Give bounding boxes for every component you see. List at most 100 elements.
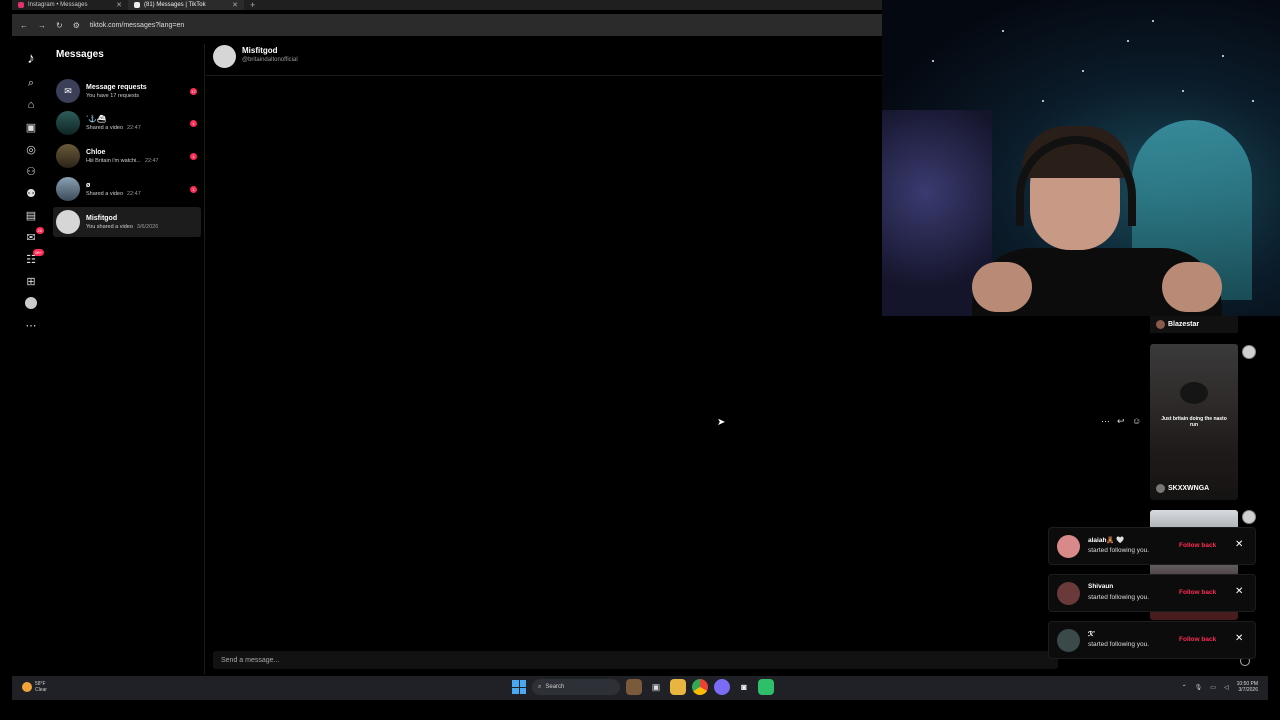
close-icon[interactable]: ✕ [1235, 633, 1243, 644]
chat-name[interactable]: Misfitgod [242, 46, 278, 55]
search-label: Search [545, 684, 565, 690]
tab-instagram[interactable]: Instagram • Messages ✕ [12, 0, 128, 10]
widgets-icon[interactable] [626, 679, 642, 695]
video-user-name: SKXXWNGA [1168, 485, 1210, 492]
chat-header: Misfitgod @britaindaltonofficial [206, 36, 882, 76]
tiktok-icon [134, 2, 140, 8]
conversation-item-selected[interactable]: Misfitgod You shared a video 3/6/2026 [53, 207, 201, 237]
reload-icon[interactable]: ↻ [56, 21, 63, 30]
activity-badge: 99+ [33, 249, 44, 256]
messages-icon[interactable]: ✉ 20 [18, 226, 44, 248]
follow-back-button[interactable]: Follow back [1179, 589, 1216, 596]
conversation-time: 22:47 [127, 190, 141, 197]
avatar[interactable] [213, 45, 236, 68]
more-icon[interactable]: ⋯ [18, 314, 44, 336]
new-tab-button[interactable]: + [250, 0, 255, 10]
search-icon[interactable]: ⌕ [18, 72, 44, 94]
reply-icon[interactable]: ↩ [1117, 416, 1125, 427]
follow-back-button[interactable]: Follow back [1179, 542, 1216, 549]
unread-badge: 17 [190, 87, 197, 95]
messenger-icon[interactable] [714, 679, 730, 695]
more-options-icon[interactable]: ⋯ [1101, 416, 1110, 427]
live-icon[interactable]: ▤ [18, 204, 44, 226]
conversation-name: ˙⚓⛴ [86, 116, 106, 123]
follow-back-button[interactable]: Follow back [1179, 636, 1216, 643]
taskbar-search[interactable]: ⌕ Search [532, 679, 620, 695]
chrome-icon[interactable] [692, 679, 708, 695]
site-info-icon[interactable]: ⚙ [73, 21, 80, 30]
start-icon[interactable] [512, 680, 526, 694]
close-tab-icon[interactable]: ✕ [232, 1, 238, 9]
follow-button[interactable] [1242, 345, 1256, 359]
search-icon: ⌕ [538, 683, 542, 690]
video-user: SKXXWNGA [1156, 484, 1209, 493]
message-input[interactable]: Send a message... [213, 651, 1058, 669]
avatar [56, 177, 80, 201]
upload-icon[interactable]: ⊞ [18, 270, 44, 292]
weather-desc: Clear [35, 687, 47, 693]
conversation-item[interactable]: Chloe Hiii Britain i'm watchi... 22:47 1 [53, 141, 201, 171]
notification-name: alaiah🧸 🤍 [1088, 537, 1125, 544]
conversation-name: ø [86, 181, 91, 189]
conversation-name: Message requests [86, 83, 147, 91]
tiktok-logo-icon[interactable]: ♪ [18, 44, 44, 72]
avatar [56, 210, 80, 234]
close-icon[interactable]: ✕ [1235, 539, 1243, 550]
avatar [56, 111, 80, 135]
taskbar: 58°F Clear ⌕ Search ▣ ◙ ⌃ 🎙 ▭ ◁ 10:50 PM [12, 676, 1268, 700]
avatar[interactable] [1057, 582, 1080, 605]
discord-icon[interactable]: ◙ [736, 679, 752, 695]
explore-icon[interactable]: ◎ [18, 138, 44, 160]
webcam-overlay [882, 0, 1280, 316]
avatar[interactable] [1057, 535, 1080, 558]
conversation-time: 22:47 [144, 157, 159, 164]
video-author[interactable]: Blazestar [1150, 316, 1238, 333]
weather-widget[interactable]: 58°F Clear [22, 681, 47, 693]
conversation-item[interactable]: ˙⚓⛴ Shared a video 22:47 1 [53, 108, 201, 138]
conversation-item[interactable]: ø Shared a video 22:47 1 [53, 174, 201, 204]
app-icon[interactable] [758, 679, 774, 695]
follow-button[interactable] [1242, 510, 1256, 524]
conversation-preview: Shared a video [86, 190, 123, 197]
conversation-time: 3/6/2026 [136, 223, 159, 230]
avatar[interactable] [1057, 629, 1080, 652]
clock[interactable]: 10:50 PM 3/7/2026 [1237, 681, 1258, 693]
network-icon[interactable]: ▭ [1210, 684, 1216, 691]
tab-label: (81) Messages | TikTok [144, 2, 206, 8]
screen: Instagram • Messages ✕ (81) Messages | T… [0, 0, 1280, 720]
friends-icon[interactable]: ⚉ [18, 182, 44, 204]
following-icon[interactable]: ⚇ [18, 160, 44, 182]
follow-notification: alaiah🧸 🤍 started following you. Follow … [1048, 527, 1256, 565]
clock-date: 3/7/2026 [1238, 687, 1258, 693]
conversation-message-requests[interactable]: ✉ Message requests You have 17 requests … [53, 76, 201, 106]
instagram-icon [18, 2, 24, 8]
reaction-icon[interactable]: ☺ [1132, 416, 1141, 426]
close-tab-icon[interactable]: ✕ [116, 1, 122, 9]
volume-icon[interactable]: ◁ [1224, 684, 1229, 691]
close-icon[interactable]: ✕ [1235, 586, 1243, 597]
back-icon[interactable]: ← [20, 21, 28, 30]
weather-icon [22, 682, 32, 692]
conversation-name: Chloe [86, 148, 106, 156]
unread-badge: 1 [190, 152, 197, 160]
task-view-icon[interactable]: ▣ [648, 679, 664, 695]
notification-name: ℛ˚ [1088, 631, 1096, 638]
tab-tiktok[interactable]: (81) Messages | TikTok ✕ [128, 0, 244, 10]
avatar [1156, 320, 1165, 329]
video-card[interactable]: Just britain doing the nasto run SKXXWNG… [1150, 344, 1238, 500]
shop-icon[interactable]: ▣ [18, 116, 44, 138]
chat-handle: @britaindaltonofficial [242, 57, 298, 63]
conversation-preview: You shared a video [86, 223, 133, 230]
url-field[interactable]: tiktok.com/messages?lang=en [90, 22, 184, 29]
mic-icon[interactable]: 🎙 [1195, 684, 1203, 691]
messages-badge: 20 [35, 227, 44, 234]
forward-icon[interactable]: → [38, 21, 46, 30]
follow-notification: ℛ˚ started following you. Follow back ✕ [1048, 621, 1256, 659]
file-explorer-icon[interactable] [670, 679, 686, 695]
profile-avatar[interactable] [18, 292, 44, 314]
home-icon[interactable]: ⌂ [18, 94, 44, 116]
messages-title: Messages [56, 49, 104, 60]
tray-expand-icon[interactable]: ⌃ [1182, 684, 1187, 691]
tiktok-nav-rail: ♪ ⌕ ⌂ ▣ ◎ ⚇ ⚉ ▤ ✉ 20 ☷ 99+ ⊞ ⋯ [18, 44, 44, 336]
activity-icon[interactable]: ☷ 99+ [18, 248, 44, 270]
